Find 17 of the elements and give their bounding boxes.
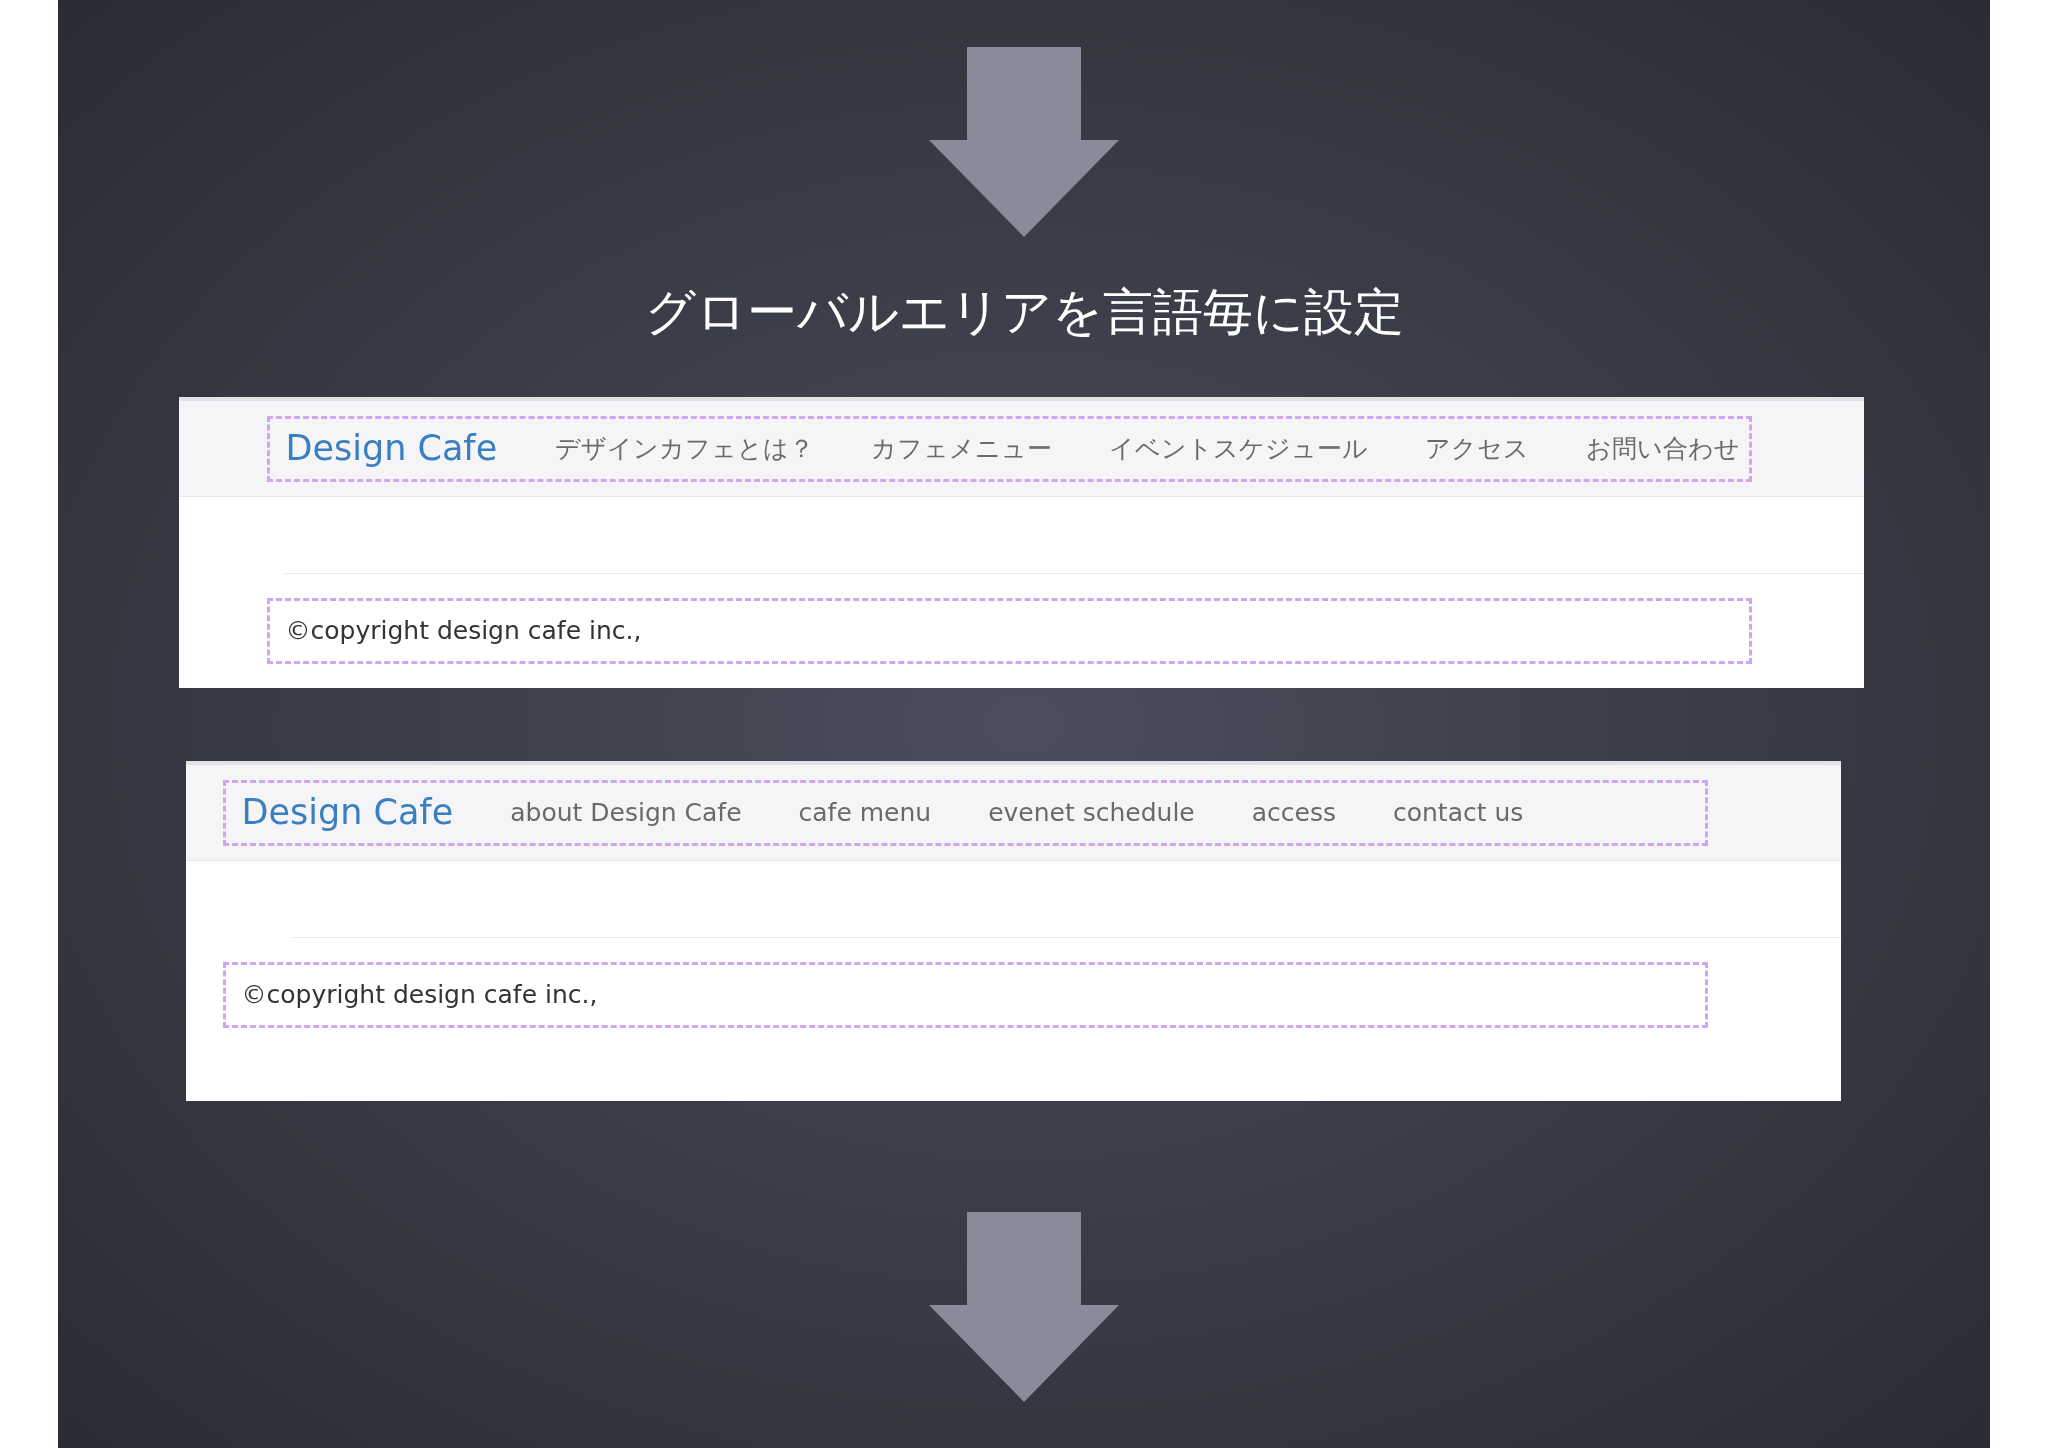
slide-title: グローバルエリアを言語毎に設定 xyxy=(644,287,1404,337)
nav-link[interactable]: contact us xyxy=(1393,793,1524,832)
nav-link[interactable]: cafe menu xyxy=(798,793,932,832)
nav-link[interactable]: about Design Cafe xyxy=(510,793,742,832)
site-logo[interactable]: Design Cafe xyxy=(241,786,454,839)
copyright-text: ©copyright design cafe inc., xyxy=(285,615,642,648)
site-logo[interactable]: Design Cafe xyxy=(285,422,498,475)
nav-link[interactable]: access xyxy=(1251,793,1336,832)
nav-link[interactable]: アクセス xyxy=(1425,429,1530,468)
nav-link[interactable]: イベントスケジュール xyxy=(1109,429,1369,468)
nav-link[interactable]: カフェメニュー xyxy=(871,429,1053,468)
nav-link[interactable]: デザインカフェとは？ xyxy=(555,429,815,468)
down-arrow-icon xyxy=(929,47,1119,237)
nav-link[interactable]: evenet schedule xyxy=(988,793,1195,832)
copyright-text: ©copyright design cafe inc., xyxy=(241,979,598,1012)
nav-link[interactable]: お問い合わせ xyxy=(1586,429,1741,468)
down-arrow-icon xyxy=(929,1212,1119,1402)
